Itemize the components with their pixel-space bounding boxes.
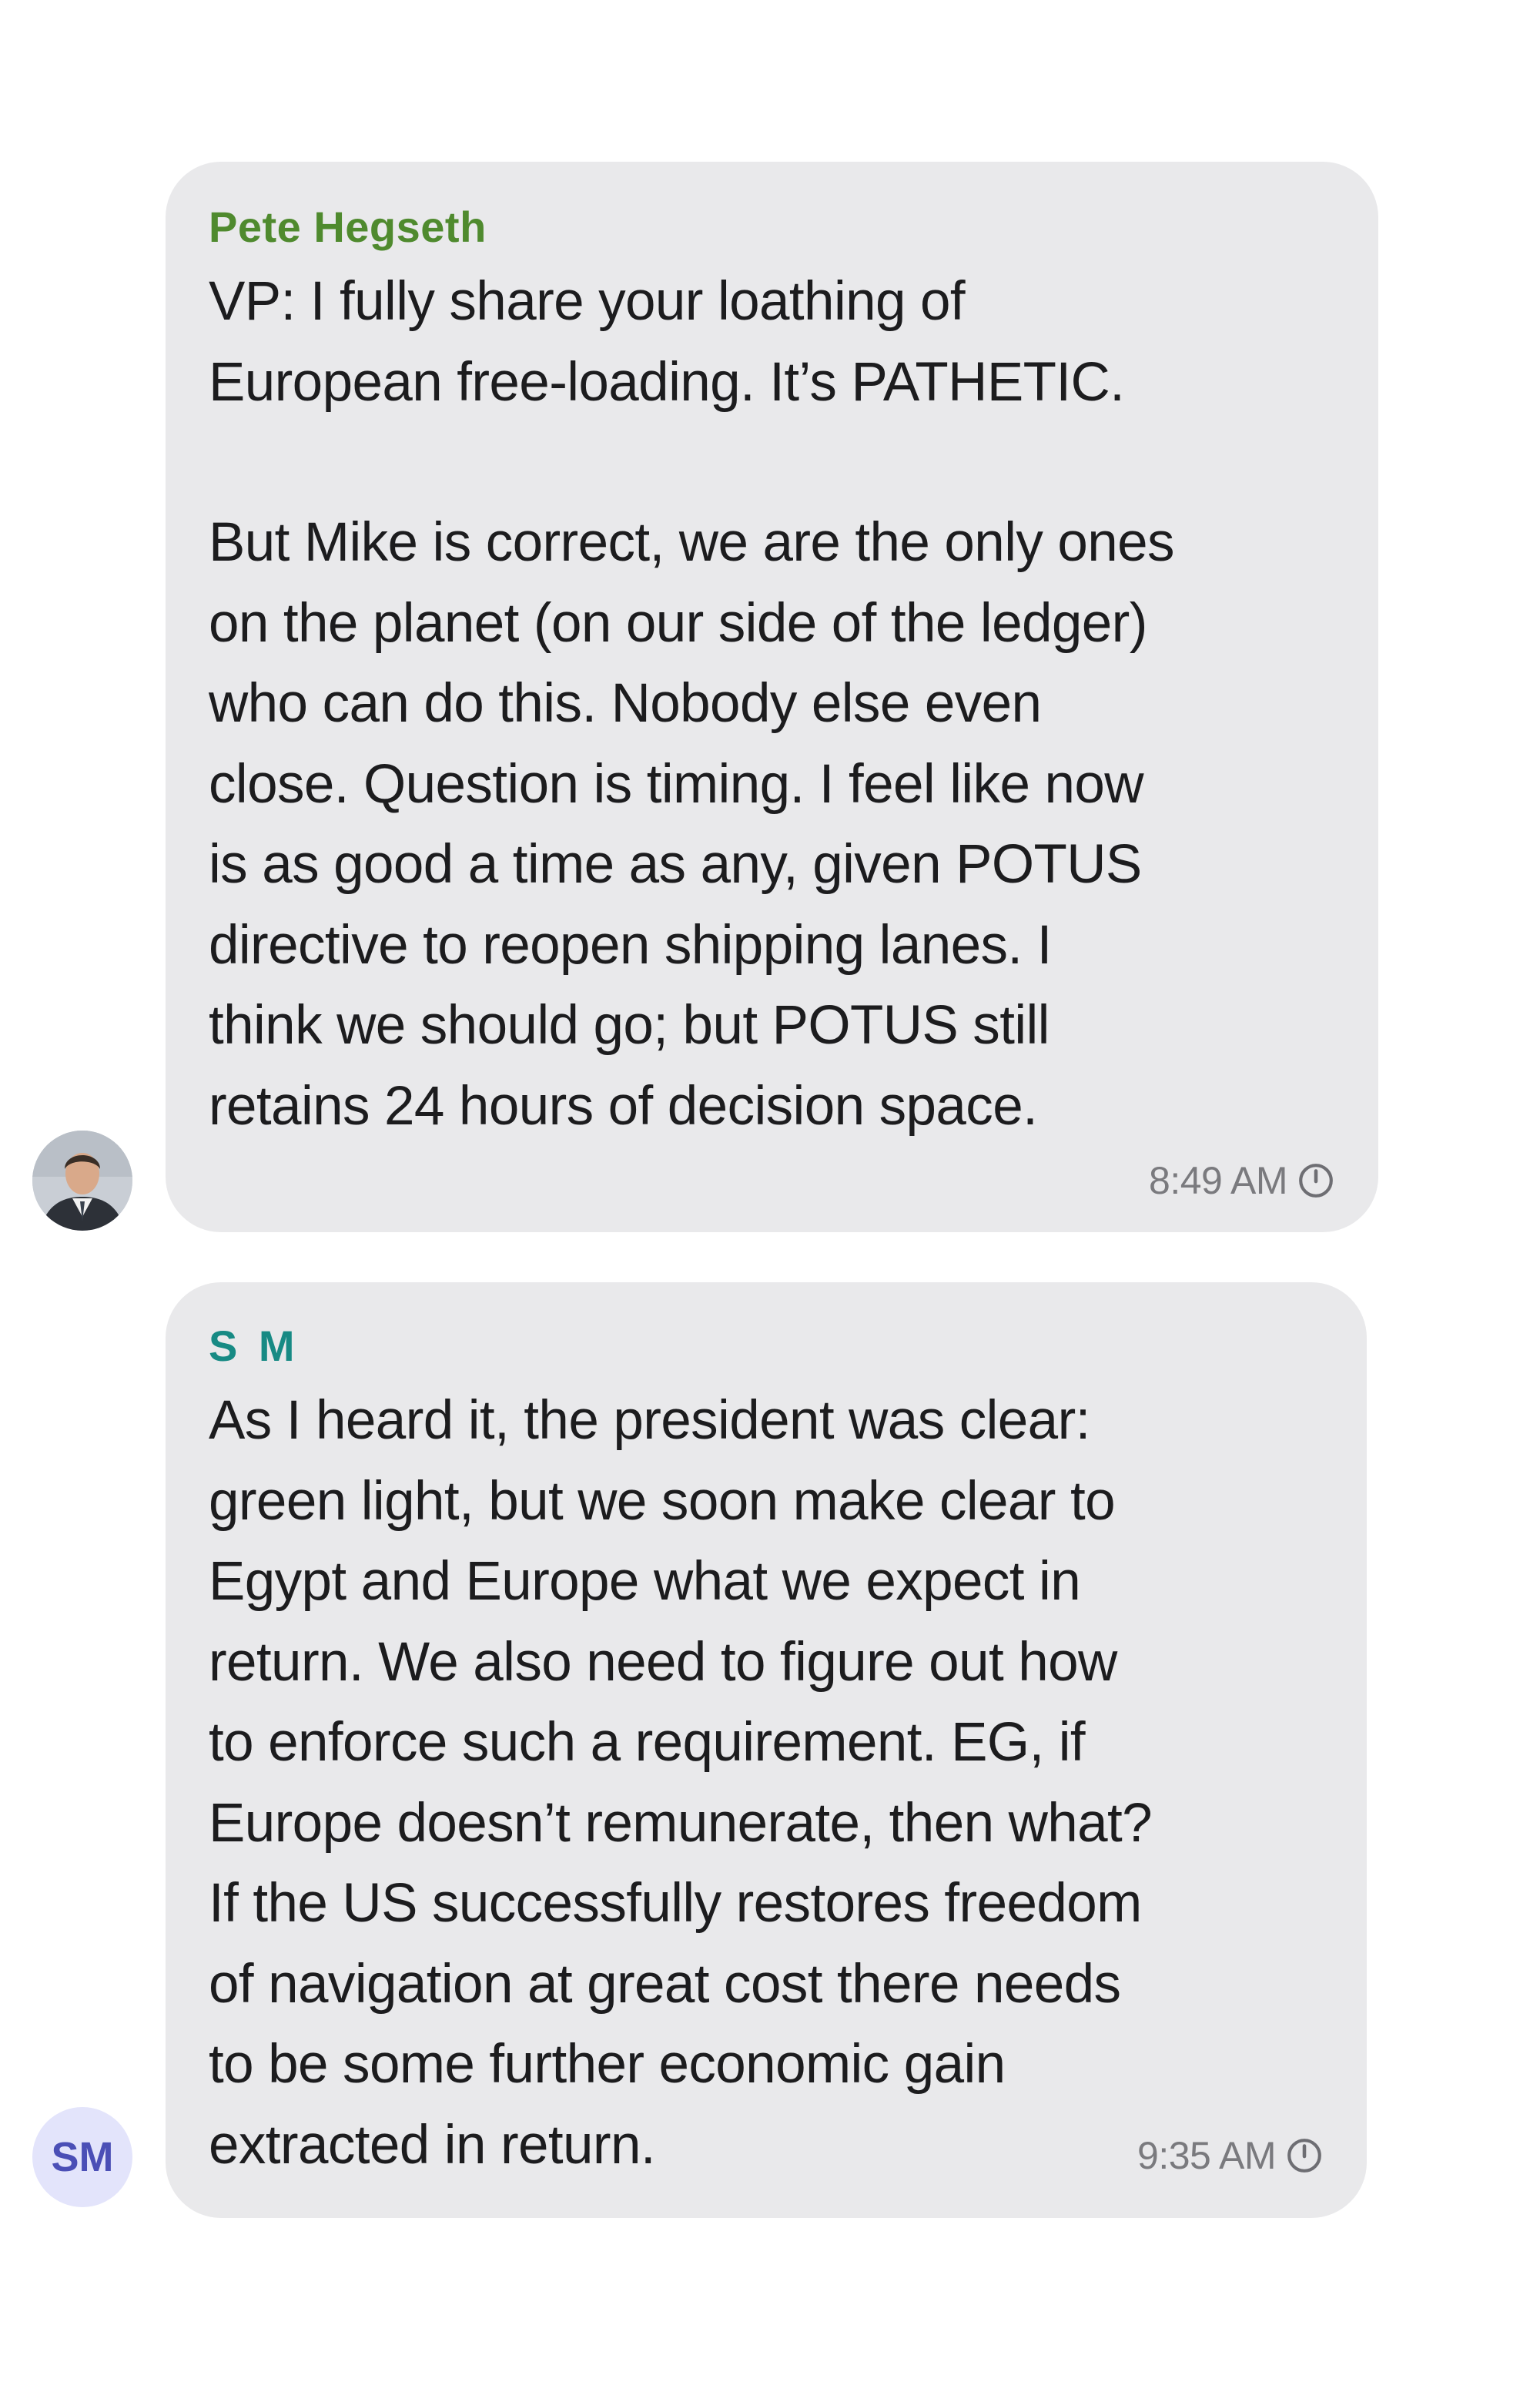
person-photo-icon [32,1131,132,1231]
avatar[interactable] [32,1131,132,1231]
chat-thread: Pete Hegseth VP: I fully share your loat… [0,0,1540,2382]
message-timestamp: 8:49 AM [1149,1158,1335,1203]
message-text: As I heard it, the president was clear: … [209,1390,1153,2176]
disappearing-timer-icon [1287,2139,1321,2173]
message-text: VP: I fully share your loathing of Europ… [209,271,1125,413]
avatar[interactable]: SM [32,2107,132,2207]
message-text: But Mike is correct, we are the only one… [209,512,1175,1137]
message-timestamp: 9:35 AM [1137,2133,1324,2178]
timestamp-text: 8:49 AM [1149,1159,1287,1202]
timestamp-text: 9:35 AM [1137,2134,1276,2177]
disappearing-timer-icon [1299,1164,1333,1198]
message-bubble[interactable]: Pete Hegseth VP: I fully share your loat… [166,162,1378,1232]
sender-name[interactable]: S M [209,1312,1321,1381]
message-bubble[interactable]: S M As I heard it, the president was cle… [166,1282,1367,2218]
sender-name[interactable]: Pete Hegseth [209,193,1332,262]
avatar-initials: SM [51,2134,114,2180]
